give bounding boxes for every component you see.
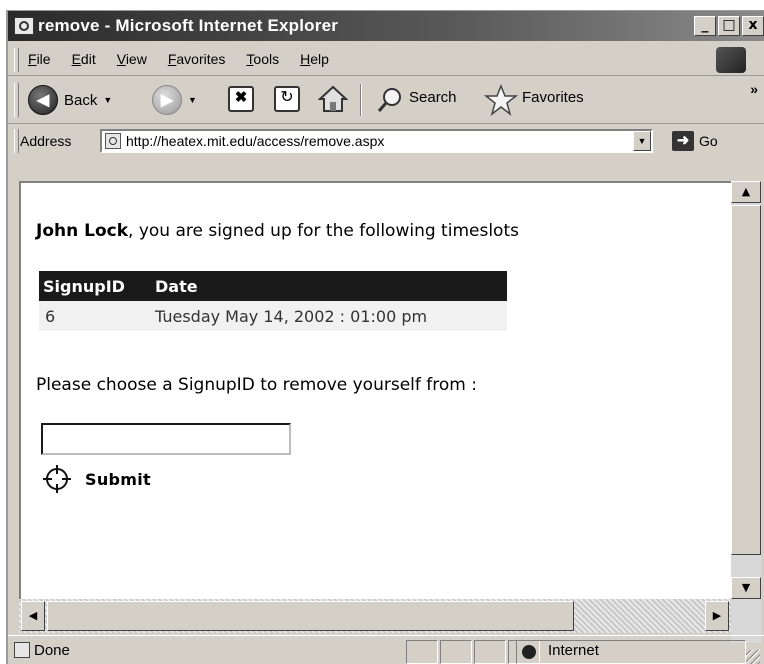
menu-edit[interactable]: Edit [72,51,96,67]
submit-button[interactable]: Submit [43,465,151,493]
title-bar: remove - Microsoft Internet Explorer _ □… [8,11,764,41]
toolbar-separator [360,84,362,116]
status-bar: Done Internet [8,635,764,664]
scroll-left-icon[interactable]: ◀ [21,601,45,631]
column-header-date: Date [155,271,507,301]
address-grip [14,129,19,153]
ie-page-icon [105,133,121,149]
home-icon[interactable] [318,85,348,113]
forward-button[interactable]: ▶ ▼ [152,85,197,115]
column-header-signupid: SignupID [39,271,155,301]
go-button[interactable]: Go [699,133,718,149]
favorites-label[interactable]: Favorites [522,89,584,106]
table-header-row: SignupID Date [39,271,507,301]
menu-favorites[interactable]: Favorites [168,51,226,67]
menu-grip [14,48,19,72]
status-panel [406,640,438,664]
back-arrow-icon: ◀ [28,85,58,115]
menu-view[interactable]: View [117,51,147,67]
scroll-up-icon[interactable]: ▲ [731,181,761,203]
page-content: John Lock, you are signed up for the fol… [19,181,731,599]
date-cell: Tuesday May 14, 2002 : 01:00 pm [155,301,507,331]
search-label[interactable]: Search [409,89,457,106]
menu-file[interactable]: File [28,51,51,67]
window-title: remove - Microsoft Internet Explorer [38,16,339,35]
address-bar: Address http://heatex.mit.edu/access/rem… [8,125,764,157]
back-button[interactable]: ◀ Back ▼ [28,85,112,115]
globe-icon [522,645,536,659]
status-panel [440,640,472,664]
table-row: 6 Tuesday May 14, 2002 : 01:00 pm [39,301,507,331]
address-label: Address [20,133,72,149]
menu-tools[interactable]: Tools [246,51,279,67]
browser-window: remove - Microsoft Internet Explorer _ □… [6,10,764,664]
refresh-icon[interactable]: ↻ [274,86,300,112]
greeting-suffix: , you are signed up for the following ti… [128,221,519,241]
scroll-down-icon[interactable]: ▼ [731,577,761,599]
ie-page-icon [14,642,30,658]
greeting-text: John Lock, you are signed up for the fol… [36,221,519,241]
signup-id-cell: 6 [39,301,155,331]
zone-label: Internet [548,642,599,659]
vertical-scroll-thumb[interactable] [731,205,761,555]
vertical-scrollbar[interactable]: ▲ ▼ [731,181,761,643]
favorites-star-icon[interactable] [484,84,518,116]
windows-logo-icon [716,47,746,73]
horizontal-scroll-thumb[interactable] [47,601,574,631]
menu-bar: File Edit View Favorites Tools Help [8,45,764,76]
signup-table: SignupID Date 6 Tuesday May 14, 2002 : 0… [39,271,507,331]
submit-label: Submit [85,469,151,489]
resize-grip-icon[interactable] [746,650,760,664]
back-label: Back [64,91,98,109]
close-button[interactable]: x [742,16,764,36]
signupid-input[interactable] [41,423,291,455]
instruction-text: Please choose a SignupID to remove yours… [36,375,477,395]
toolbar-grip [14,83,19,117]
status-panel [474,640,506,664]
search-icon[interactable] [376,86,404,114]
horizontal-scrollbar[interactable]: ◀ ▶ [19,599,731,633]
toolbar-overflow-icon[interactable]: » [750,81,758,97]
address-dropdown-icon[interactable]: ▼ [633,131,651,151]
menu-help[interactable]: Help [300,51,329,67]
go-arrow-icon[interactable]: ➜ [672,131,694,151]
minimize-button[interactable]: _ [694,16,716,36]
maximize-button[interactable]: □ [718,16,740,36]
ie-page-icon [14,17,34,35]
user-name: John Lock [36,221,129,241]
scroll-right-icon[interactable]: ▶ [705,601,729,631]
standard-toolbar: ◀ Back ▼ ▶ ▼ ✖ ↻ Search Favorites » [8,77,764,124]
stop-icon[interactable]: ✖ [228,86,254,112]
back-dropdown-icon: ▼ [103,95,113,105]
crosshair-icon [43,465,71,493]
forward-arrow-icon: ▶ [152,85,182,115]
forward-dropdown-icon: ▼ [188,95,197,105]
address-url[interactable]: http://heatex.mit.edu/access/remove.aspx [126,133,384,149]
status-text: Done [34,642,70,659]
address-field[interactable]: http://heatex.mit.edu/access/remove.aspx… [100,129,653,153]
